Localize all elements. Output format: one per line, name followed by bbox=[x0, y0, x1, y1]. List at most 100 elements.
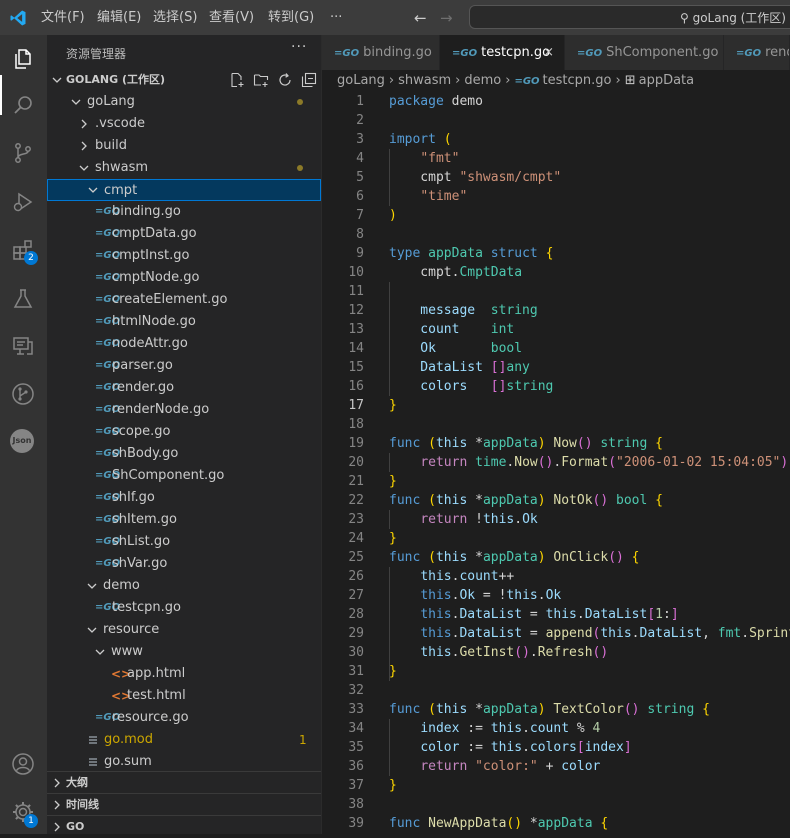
code-token: appData bbox=[482, 493, 538, 508]
tree-file[interactable]: <> test.html bbox=[47, 685, 321, 707]
tree-file[interactable]: =GO resource.go bbox=[47, 707, 321, 729]
code-token: append bbox=[545, 626, 593, 641]
code-text: func (this *appData) TextColor() string … bbox=[389, 700, 710, 719]
menu-item[interactable]: ··· bbox=[330, 0, 342, 35]
tree-file[interactable]: =GO ShComponent.go bbox=[47, 465, 321, 487]
line-number: 19 bbox=[348, 436, 364, 451]
code-token: this bbox=[420, 569, 452, 584]
close-icon[interactable]: × bbox=[543, 35, 554, 70]
tree-file[interactable]: =GO nodeAttr.go bbox=[47, 333, 321, 355]
code-line: 6 "time" bbox=[322, 187, 790, 206]
tree-file[interactable]: =GO shItem.go bbox=[47, 509, 321, 531]
code-token: int bbox=[490, 322, 515, 337]
explorer-actions bbox=[229, 71, 319, 89]
line-number: 3 bbox=[356, 132, 364, 147]
json-icon[interactable]: Json bbox=[10, 429, 34, 453]
sidebar-section-header[interactable]: 时间线 bbox=[47, 793, 321, 815]
tree-item-label: binding.go bbox=[112, 204, 181, 219]
breadcrumb-item[interactable]: appData bbox=[639, 73, 695, 88]
code-token: fmt bbox=[717, 626, 742, 641]
tree-file[interactable]: =GO shList.go bbox=[47, 531, 321, 553]
code-token: . bbox=[576, 607, 585, 622]
tree-file[interactable]: =GO testcpn.go bbox=[47, 597, 321, 619]
editor-tab[interactable]: =GO binding.go bbox=[322, 35, 440, 70]
line-number: 32 bbox=[348, 683, 364, 698]
sidebar-more-button[interactable]: ··· bbox=[291, 39, 307, 55]
tree-file[interactable]: =GO parser.go bbox=[47, 355, 321, 377]
breadcrumb-item[interactable]: shwasm bbox=[398, 73, 451, 88]
code-token: return bbox=[420, 512, 476, 527]
code-text: DataList []any bbox=[389, 358, 530, 377]
code-token: () bbox=[576, 436, 593, 451]
tree-folder[interactable]: build bbox=[47, 135, 321, 157]
tree-file[interactable]: =GO shIf.go bbox=[47, 487, 321, 509]
code-token: + bbox=[545, 759, 562, 774]
collapse-all-icon[interactable] bbox=[301, 72, 317, 88]
tree-file[interactable]: =GO cmptNode.go bbox=[47, 267, 321, 289]
chevron-right-icon bbox=[54, 800, 60, 810]
search-icon[interactable] bbox=[11, 93, 35, 117]
code-token: () bbox=[592, 493, 609, 508]
tree-folder[interactable]: .vscode bbox=[47, 113, 321, 135]
tree-folder[interactable]: resource bbox=[47, 619, 321, 641]
tree-folder[interactable]: cmpt bbox=[47, 179, 321, 201]
breadcrumb-item[interactable]: goLang bbox=[337, 73, 385, 88]
breadcrumb-item[interactable]: demo bbox=[464, 73, 501, 88]
tree-file[interactable]: =GO shBody.go bbox=[47, 443, 321, 465]
tree-file[interactable]: =GO renderNode.go bbox=[47, 399, 321, 421]
tree-file[interactable]: =GO cmptInst.go bbox=[47, 245, 321, 267]
tree-file[interactable]: =GO cmptData.go bbox=[47, 223, 321, 245]
code-editor[interactable]: 1 package demo 2 3 import (4 "fmt" 5 cmpt "sh… bbox=[322, 92, 790, 834]
tree-file[interactable]: =GO shVar.go bbox=[47, 553, 321, 575]
menu-item[interactable]: 文件(F) bbox=[41, 0, 85, 35]
tree-folder[interactable]: shwasm bbox=[47, 157, 321, 179]
code-token: NewAppData bbox=[428, 816, 507, 831]
tree-file[interactable]: <> app.html bbox=[47, 663, 321, 685]
code-token: ( bbox=[428, 493, 436, 508]
menu-item[interactable]: 查看(V) bbox=[209, 0, 254, 35]
tree-file[interactable]: =GO binding.go bbox=[47, 201, 321, 223]
code-token: time bbox=[475, 455, 507, 470]
back-arrow-icon[interactable]: ← bbox=[414, 9, 427, 27]
testing-icon[interactable] bbox=[11, 287, 35, 311]
git-graph-icon[interactable] bbox=[11, 382, 35, 406]
tree-folder[interactable]: goLang bbox=[47, 91, 321, 113]
editor-tab[interactable]: =GOrende bbox=[724, 35, 790, 70]
menu-item[interactable]: 编辑(E) bbox=[97, 0, 141, 35]
source-control-icon[interactable] bbox=[11, 141, 35, 165]
tree-file[interactable]: =GO scope.go bbox=[47, 421, 321, 443]
run-debug-icon[interactable] bbox=[11, 190, 35, 214]
editor-tab[interactable]: =GO ShComponent.go bbox=[565, 35, 724, 70]
breadcrumb-item[interactable]: testcpn.go bbox=[543, 73, 612, 88]
tree-file[interactable]: =GO render.go bbox=[47, 377, 321, 399]
code-token: NotOk bbox=[553, 493, 593, 508]
refresh-icon[interactable] bbox=[277, 72, 293, 88]
code-token: : bbox=[662, 607, 671, 622]
code-token: 4 bbox=[592, 721, 601, 736]
menu-item[interactable]: 转到(G) bbox=[268, 0, 314, 35]
tree-folder[interactable]: demo bbox=[47, 575, 321, 597]
tree-file[interactable]: =GO htmlNode.go bbox=[47, 311, 321, 333]
forward-arrow-icon[interactable]: → bbox=[440, 9, 453, 27]
tree-file[interactable]: =GO createElement.go bbox=[47, 289, 321, 311]
command-center[interactable]: ⚲ goLang (工作区) bbox=[469, 5, 790, 29]
code-token: color bbox=[420, 740, 468, 755]
menu-item[interactable]: 选择(S) bbox=[153, 0, 197, 35]
tree-folder[interactable]: www bbox=[47, 641, 321, 663]
code-token: OnClick bbox=[553, 550, 609, 565]
new-file-icon[interactable] bbox=[229, 72, 245, 88]
new-folder-icon[interactable] bbox=[253, 72, 269, 88]
tree-file[interactable]: go.sum bbox=[47, 751, 321, 773]
code-line: 3 import ( bbox=[322, 130, 790, 149]
tree-item-label: resource bbox=[103, 622, 160, 637]
sidebar-section-header[interactable]: 大纲 bbox=[47, 771, 321, 793]
editor-tab[interactable]: =GO testcpn.go × bbox=[440, 35, 565, 70]
tree-file[interactable]: go.mod 1 bbox=[47, 729, 321, 751]
code-token: } bbox=[389, 778, 397, 793]
account-icon[interactable] bbox=[11, 752, 35, 776]
remote-explorer-icon[interactable] bbox=[11, 334, 35, 358]
workspace-header[interactable]: GOLANG (工作区) bbox=[47, 69, 321, 91]
tree-item-label: nodeAttr.go bbox=[112, 336, 188, 351]
explorer-icon[interactable] bbox=[11, 47, 35, 71]
